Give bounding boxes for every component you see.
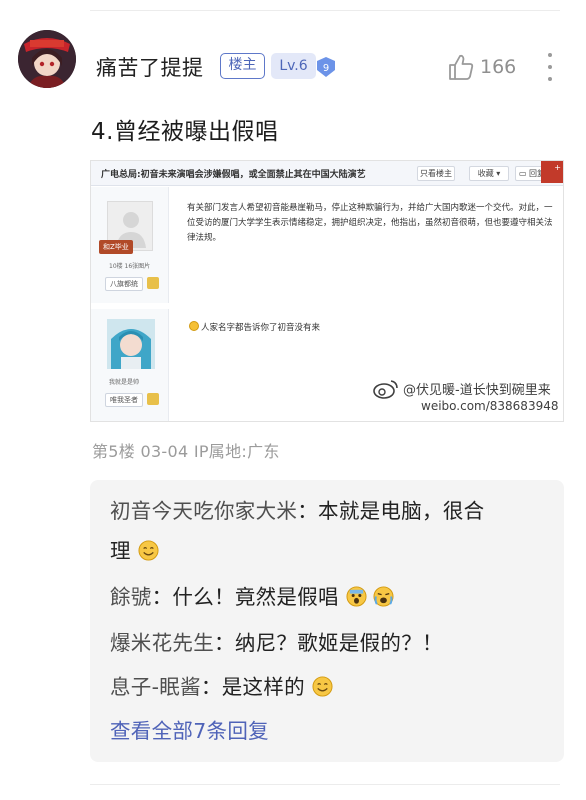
user1-pill: 八旗都统 xyxy=(105,277,143,291)
reply-text-continued: 理 xyxy=(110,539,131,563)
user1-tag: 和Z毕业 xyxy=(99,240,133,254)
reply-author[interactable]: 初音今天吃你家大米 xyxy=(110,499,297,523)
smile-emoji-icon xyxy=(312,676,333,697)
user-avatar[interactable] xyxy=(18,30,76,88)
reply-item-continuation: 理 xyxy=(110,534,159,568)
embedded-header: 广电总局:初音未来演唱会涉嫌假唱，或全面禁止其在中国大陆演艺 只看楼主 收藏 ▾… xyxy=(91,161,563,186)
floor-meta: 第5楼 03-04 IP属地:广东 xyxy=(92,442,280,461)
user2-pill: 唯我圣者 xyxy=(105,393,143,407)
scream-emoji-icon xyxy=(346,586,367,607)
reply-icon: ▭ xyxy=(518,169,527,178)
op-badge: 楼主 xyxy=(220,53,265,79)
embedded-favorite-button: 收藏 ▾ xyxy=(469,166,509,181)
smile-emoji-icon xyxy=(138,540,159,561)
smile-emoji-icon xyxy=(189,321,199,331)
vip-level-number: 9 xyxy=(323,63,329,74)
embedded-reply-text: 人家名字都告诉你了初音没有来 xyxy=(201,323,321,333)
post-text: 4.曾经被曝出假唱 xyxy=(91,119,279,145)
reply-author[interactable]: 爆米花先生 xyxy=(110,631,214,655)
embedded-user2-panel: 我就是是帅 唯我圣者 xyxy=(91,309,169,421)
reply-item[interactable]: 餘號：什么！竟然是假唱 xyxy=(110,580,395,614)
embedded-user1-panel: 和Z毕业 10楼 16张图片 八旗都统 xyxy=(91,187,169,303)
reply-item[interactable]: 初音今天吃你家大米：本就是电脑，很合 xyxy=(110,494,484,528)
reply-text: 纳尼？歌姬是假的？！ xyxy=(234,631,443,655)
reply-section: 初音今天吃你家大米：本就是电脑，很合 理 餘號：什么！竟然是假唱 爆米花先生：纳… xyxy=(90,480,564,762)
reply-item[interactable]: 息子-眠酱：是这样的 xyxy=(110,670,333,704)
user1-info: 10楼 16张图片 xyxy=(109,263,151,270)
level-badge: Lv.6 xyxy=(271,53,316,79)
thumbs-up-icon xyxy=(449,54,474,80)
like-count: 166 xyxy=(480,56,517,78)
more-options-icon[interactable] xyxy=(540,53,560,81)
weibo-logo-icon xyxy=(373,379,399,399)
reply-text: 什么！竟然是假唱 xyxy=(172,585,339,609)
user2-name: 我就是是帅 xyxy=(109,379,140,386)
bottom-divider xyxy=(90,784,560,785)
badge-icon xyxy=(147,393,159,405)
top-divider xyxy=(90,10,560,11)
miku-avatar xyxy=(107,319,155,369)
reply-author[interactable]: 息子-眠酱 xyxy=(110,675,201,699)
username[interactable]: 痛苦了提提 xyxy=(96,52,204,82)
watermark-url: weibo.com/838683948 xyxy=(421,399,559,413)
watermark-handle: @伏见暖-道长快到碗里来 xyxy=(403,383,551,398)
embedded-body-text: 有关部门发言人希望初音能悬崖勒马，停止这种欺骗行为，并给广大国内歌迷一个交代。对… xyxy=(187,203,553,243)
reply-text: 本就是电脑，很合 xyxy=(318,499,485,523)
vip-level-icon: 9 xyxy=(314,56,338,78)
embedded-screenshot[interactable]: 广电总局:初音未来演唱会涉嫌假唱，或全面禁止其在中国大陆演艺 只看楼主 收藏 ▾… xyxy=(90,160,564,422)
reply-author[interactable]: 餘號 xyxy=(110,585,152,609)
embedded-title: 广电总局:初音未来演唱会涉嫌假唱，或全面禁止其在中国大陆演艺 xyxy=(101,170,366,180)
badge-icon xyxy=(147,277,159,289)
crying-emoji-icon xyxy=(373,586,395,607)
reply-item[interactable]: 爆米花先生：纳尼？歌姬是假的？！ xyxy=(110,626,443,660)
view-all-replies-link[interactable]: 查看全部7条回复 xyxy=(110,714,269,744)
reply-text: 是这样的 xyxy=(221,675,305,699)
like-button[interactable]: 166 xyxy=(448,52,516,82)
embedded-op-only-button: 只看楼主 xyxy=(417,166,455,181)
embedded-corner-tag: + xyxy=(541,161,563,183)
